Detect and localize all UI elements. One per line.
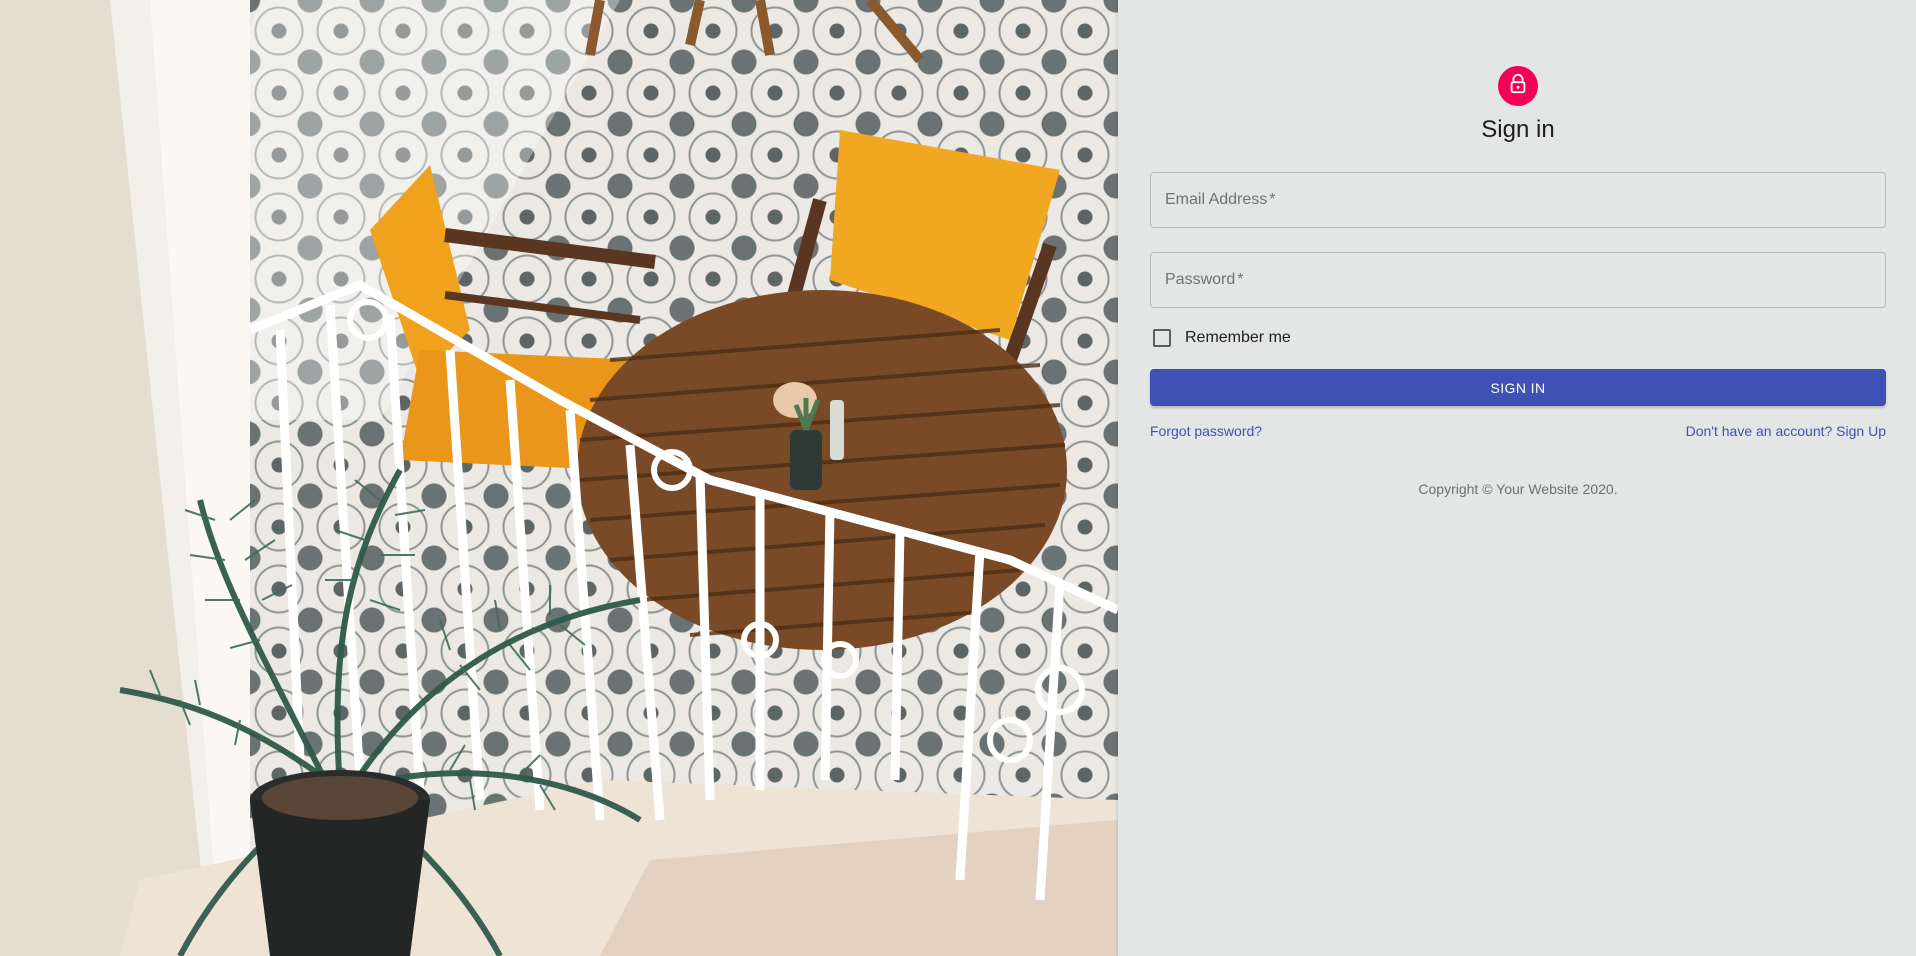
sign-in-panel: Sign in Email Address * Password * Remem… <box>1118 0 1916 956</box>
auth-links: Forgot password? Don't have an account? … <box>1150 423 1886 439</box>
patio-illustration <box>0 0 1118 956</box>
remember-me-checkbox[interactable] <box>1153 329 1171 347</box>
sign-up-link[interactable]: Don't have an account? Sign Up <box>1686 423 1886 439</box>
lock-icon <box>1507 73 1529 100</box>
email-field[interactable]: Email Address * <box>1150 172 1886 228</box>
email-input[interactable] <box>1151 173 1885 227</box>
copyright-text: Copyright © Your Website 2020. <box>1418 481 1618 497</box>
sign-in-button[interactable]: SIGN IN <box>1150 369 1886 406</box>
forgot-password-link[interactable]: Forgot password? <box>1150 423 1262 439</box>
password-field[interactable]: Password * <box>1150 252 1886 308</box>
avatar <box>1498 66 1538 106</box>
remember-me-row[interactable]: Remember me <box>1150 326 1886 350</box>
page-title: Sign in <box>1481 116 1555 143</box>
sign-in-page: Sign in Email Address * Password * Remem… <box>0 0 1916 956</box>
remember-me-label[interactable]: Remember me <box>1185 329 1291 347</box>
sign-in-form: Sign in Email Address * Password * Remem… <box>1150 66 1886 497</box>
password-input[interactable] <box>1151 253 1885 307</box>
hero-photo <box>0 0 1118 956</box>
